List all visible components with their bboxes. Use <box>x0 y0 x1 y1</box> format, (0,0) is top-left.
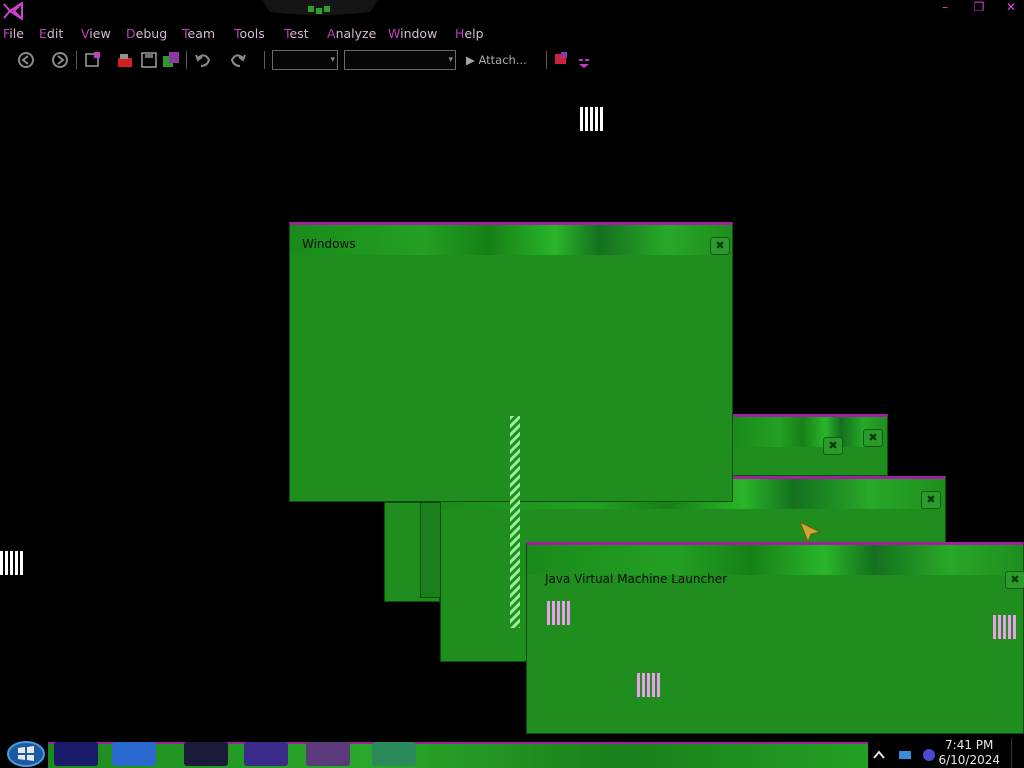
breakpoint-icon[interactable] <box>552 50 572 70</box>
visual-studio-logo-icon <box>3 2 23 20</box>
glitch-artifact <box>993 615 1016 639</box>
toolbar-overflow-icon[interactable] <box>574 50 594 70</box>
attach-to-process-button[interactable]: ▶ Attach... <box>466 51 527 69</box>
close-icon: ✖ <box>715 239 725 252</box>
open-file-icon[interactable] <box>115 50 135 70</box>
volume-icon[interactable] <box>922 748 936 762</box>
desktop-screen: – ❐ ✕ File Edit View Debug Team Tools Te… <box>0 0 1024 768</box>
menu-tools[interactable]: Tools <box>234 26 265 42</box>
close-icon: ✖ <box>1010 573 1020 586</box>
window-close-button[interactable]: ✖ <box>921 491 941 509</box>
toolbar-separator <box>546 51 547 69</box>
titlebar-notch <box>262 0 378 15</box>
window-titlebar <box>290 225 732 255</box>
menu-view[interactable]: View <box>81 26 111 42</box>
background-window[interactable]: ✖ ✖ <box>732 414 888 476</box>
close-icon: ✖ <box>828 439 838 452</box>
window-close-button[interactable]: ✖ <box>863 429 883 447</box>
save-all-icon[interactable] <box>161 50 181 70</box>
solution-configuration-dropdown[interactable] <box>272 50 338 70</box>
taskbar-app-icon[interactable] <box>112 742 156 766</box>
menu-analyze[interactable]: Analyze <box>327 26 376 42</box>
taskbar-app-icon[interactable] <box>244 742 288 766</box>
toolbar-separator <box>76 51 77 69</box>
taskbar-app-icon[interactable] <box>306 742 350 766</box>
menu-bar: File Edit View Debug Team Tools Test Ana… <box>0 24 1024 44</box>
navigate-back-icon[interactable] <box>16 50 36 70</box>
menu-debug[interactable]: Debug <box>126 26 167 42</box>
new-project-icon[interactable] <box>83 50 103 70</box>
close-button[interactable]: ✕ <box>1002 0 1020 14</box>
mouse-pointer-icon <box>799 520 822 544</box>
glitch-artifact <box>580 107 603 131</box>
taskbar-app-icon[interactable] <box>372 742 416 766</box>
window-close-button[interactable]: ✖ <box>710 237 730 255</box>
taskbar-app-icon[interactable] <box>54 742 98 766</box>
taskbar-app-icon[interactable] <box>184 742 228 766</box>
glitch-artifact <box>547 601 570 625</box>
jvm-launcher-dialog[interactable]: Java Virtual Machine Launcher ✖ <box>526 542 1024 734</box>
restore-button[interactable]: ❐ <box>970 0 988 14</box>
minimize-button[interactable]: – <box>936 0 954 14</box>
window-title: Windows <box>302 237 356 251</box>
clock-date: 6/10/2024 <box>938 753 1000 767</box>
taskbar-band <box>48 742 868 768</box>
close-icon: ✖ <box>868 431 878 444</box>
menu-edit[interactable]: Edit <box>39 26 63 42</box>
menu-test[interactable]: Test <box>284 26 309 42</box>
toolbar-separator <box>264 51 265 69</box>
close-icon: ✖ <box>926 493 936 506</box>
redo-icon[interactable] <box>228 50 248 70</box>
clock-time: 7:41 PM <box>945 738 994 752</box>
window-titlebar <box>527 545 1023 575</box>
background-window[interactable] <box>420 502 442 598</box>
standard-toolbar: ▶ Attach... <box>0 48 1024 72</box>
show-desktop-button[interactable] <box>1011 738 1024 768</box>
navigate-forward-icon[interactable] <box>50 50 70 70</box>
window-close-button[interactable]: ✖ <box>1005 571 1024 589</box>
glitch-artifact <box>637 673 660 697</box>
network-icon[interactable] <box>898 748 912 762</box>
menu-team[interactable]: Team <box>182 26 215 42</box>
ide-title-bar: – ❐ ✕ <box>0 0 1024 22</box>
taskbar-clock[interactable]: 7:41 PM 6/10/2024 <box>938 738 1000 768</box>
window-title: Java Virtual Machine Launcher <box>545 572 728 586</box>
menu-help[interactable]: Help <box>455 26 484 42</box>
toolbar-separator <box>186 51 187 69</box>
menu-file[interactable]: File <box>3 26 24 42</box>
taskbar: 7:41 PM 6/10/2024 <box>0 738 1024 768</box>
solution-platform-dropdown[interactable] <box>344 50 456 70</box>
window-close-button[interactable]: ✖ <box>823 437 843 455</box>
glitch-stripe <box>510 416 520 628</box>
undo-icon[interactable] <box>193 50 213 70</box>
save-icon[interactable] <box>139 50 159 70</box>
system-tray: 7:41 PM 6/10/2024 <box>868 738 1024 768</box>
start-button[interactable] <box>4 740 46 768</box>
tray-expand-icon[interactable] <box>872 748 886 762</box>
glitch-artifact <box>0 551 23 575</box>
menu-window[interactable]: Window <box>388 26 437 42</box>
